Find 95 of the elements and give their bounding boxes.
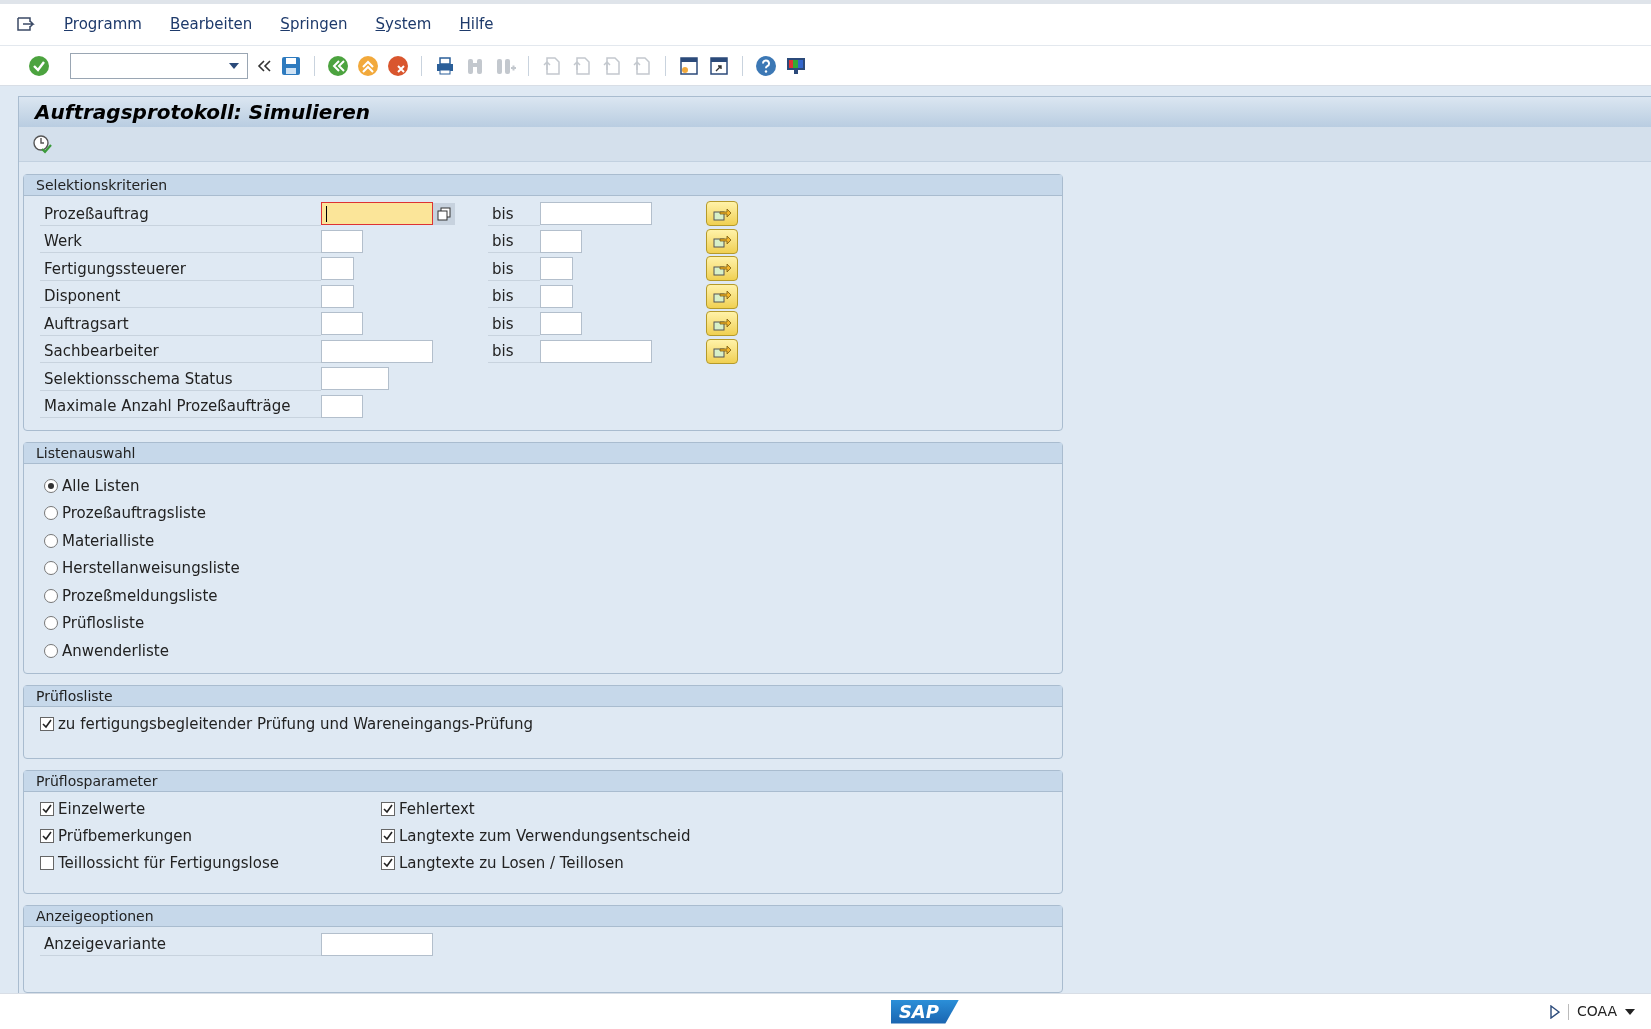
- input-field[interactable]: [321, 339, 433, 363]
- checkbox-label: Prüfbemerkungen: [58, 825, 192, 847]
- up-icon[interactable]: [357, 54, 379, 77]
- input-field[interactable]: [540, 339, 652, 363]
- radio-button[interactable]: [44, 533, 58, 548]
- checkbox[interactable]: [381, 829, 395, 843]
- field-label: Prozeßauftrag: [40, 201, 321, 226]
- shortcut-icon[interactable]: [708, 54, 730, 77]
- field-label: Disponent: [40, 284, 321, 309]
- dropdown-icon[interactable]: [1625, 1008, 1635, 1015]
- input-field[interactable]: [321, 202, 433, 226]
- input-field[interactable]: [540, 312, 582, 336]
- printer-icon[interactable]: [434, 54, 456, 77]
- input-field[interactable]: [321, 312, 363, 336]
- arrow-right-icon: [712, 233, 732, 250]
- checkbox-label: Langtexte zum Verwendungsentscheid: [399, 825, 691, 847]
- menu-item[interactable]: Hilfe: [459, 13, 494, 36]
- input-field[interactable]: [540, 284, 573, 308]
- menu-item[interactable]: System: [375, 13, 432, 36]
- dropdown-icon[interactable]: [229, 62, 239, 69]
- menu-item[interactable]: Programm: [64, 13, 142, 36]
- group-title: Prüflosparameter: [24, 770, 1062, 792]
- field-label: Auftragsart: [40, 311, 321, 336]
- command-field[interactable]: [70, 52, 248, 79]
- checkbox[interactable]: [40, 856, 54, 870]
- input-field[interactable]: [540, 257, 573, 281]
- checkbox[interactable]: [40, 802, 54, 816]
- radio-button[interactable]: [44, 478, 58, 493]
- input-field[interactable]: [321, 257, 354, 281]
- checkbox[interactable]: [40, 829, 54, 843]
- checkbox[interactable]: [381, 802, 395, 816]
- double-chevron-icon[interactable]: [256, 57, 272, 74]
- new-window-icon[interactable]: [678, 54, 700, 77]
- group-title: Listenauswahl: [24, 443, 1062, 464]
- radio-label: Herstellanweisungsliste: [62, 558, 240, 579]
- next-page-icon[interactable]: [601, 54, 623, 77]
- group-title: Anzeigeoptionen: [24, 905, 1062, 927]
- group-title: Prüflosliste: [24, 685, 1062, 707]
- radio-label: Anwenderliste: [62, 640, 169, 662]
- field-label: Selektionsschema Status: [40, 366, 321, 391]
- radio-label: Prozeßmeldungsliste: [62, 585, 218, 607]
- radio-button[interactable]: [44, 506, 58, 521]
- radio-label: Alle Listen: [62, 475, 140, 497]
- field-label: Anzeigevariante: [40, 932, 321, 957]
- radio-label: Prüflosliste: [62, 613, 145, 634]
- multiple-selection-button[interactable]: [706, 228, 738, 254]
- cancel-icon[interactable]: [387, 54, 409, 77]
- input-field[interactable]: [321, 932, 433, 956]
- checkbox-label: Langtexte zu Losen / Teillosen: [399, 852, 624, 874]
- menu-item[interactable]: Bearbeiten: [169, 13, 253, 36]
- save-icon[interactable]: [280, 54, 302, 77]
- previous-page-icon[interactable]: [571, 54, 593, 77]
- checkbox-label: zu fertigungsbegleitender Prüfung und Wareneingangs-Prüfung: [58, 713, 533, 735]
- input-field[interactable]: [321, 229, 363, 253]
- help-icon[interactable]: [755, 54, 777, 77]
- input-field[interactable]: [321, 284, 354, 308]
- multiple-selection-button[interactable]: [706, 201, 738, 227]
- screen-title: Auftragsprotokoll: Simulieren: [35, 99, 371, 127]
- input-field[interactable]: [321, 394, 363, 418]
- input-field[interactable]: [540, 229, 582, 253]
- arrow-right-icon: [712, 343, 732, 360]
- system-name: COAA: [1576, 1002, 1617, 1021]
- checkbox-label: Fehlertext: [399, 798, 475, 820]
- input-field[interactable]: [321, 367, 389, 391]
- radio-button[interactable]: [44, 643, 58, 658]
- checkbox[interactable]: [40, 717, 54, 731]
- sap-logo: SAP: [890, 999, 959, 1024]
- checkbox[interactable]: [381, 856, 395, 870]
- first-page-icon[interactable]: [541, 54, 563, 77]
- menu-icon[interactable]: [16, 15, 36, 34]
- checkbox-label: Einzelwerte: [58, 798, 146, 820]
- checkbox-label: Teillossicht für Fertigungslose: [58, 852, 279, 874]
- arrow-right-icon: [712, 288, 732, 305]
- radio-label: Materialliste: [62, 530, 155, 552]
- multiple-selection-button[interactable]: [706, 311, 738, 337]
- field-label: Sachbearbeiter: [40, 339, 321, 364]
- checkmark-icon[interactable]: [28, 54, 50, 77]
- input-field[interactable]: [540, 202, 652, 226]
- back-icon[interactable]: [327, 54, 349, 77]
- menu-item[interactable]: Springen: [280, 13, 348, 36]
- radio-button[interactable]: [44, 561, 58, 576]
- copy-icon[interactable]: [433, 202, 455, 225]
- radio-label: Prozeßauftragsliste: [62, 503, 206, 524]
- field-label: Fertigungssteuerer: [40, 256, 321, 281]
- group-title: Selektionskriterien: [24, 175, 1062, 196]
- last-page-icon[interactable]: [631, 54, 653, 77]
- multiple-selection-button[interactable]: [706, 338, 738, 364]
- multiple-selection-button[interactable]: [706, 283, 738, 309]
- play-icon[interactable]: [1549, 1004, 1560, 1019]
- field-label: Werk: [40, 229, 321, 254]
- field-label: Maximale Anzahl Prozeßaufträge: [40, 394, 321, 419]
- multiple-selection-button[interactable]: [706, 256, 738, 282]
- clock-check-icon[interactable]: [31, 133, 53, 156]
- radio-button[interactable]: [44, 588, 58, 603]
- radio-button[interactable]: [44, 616, 58, 631]
